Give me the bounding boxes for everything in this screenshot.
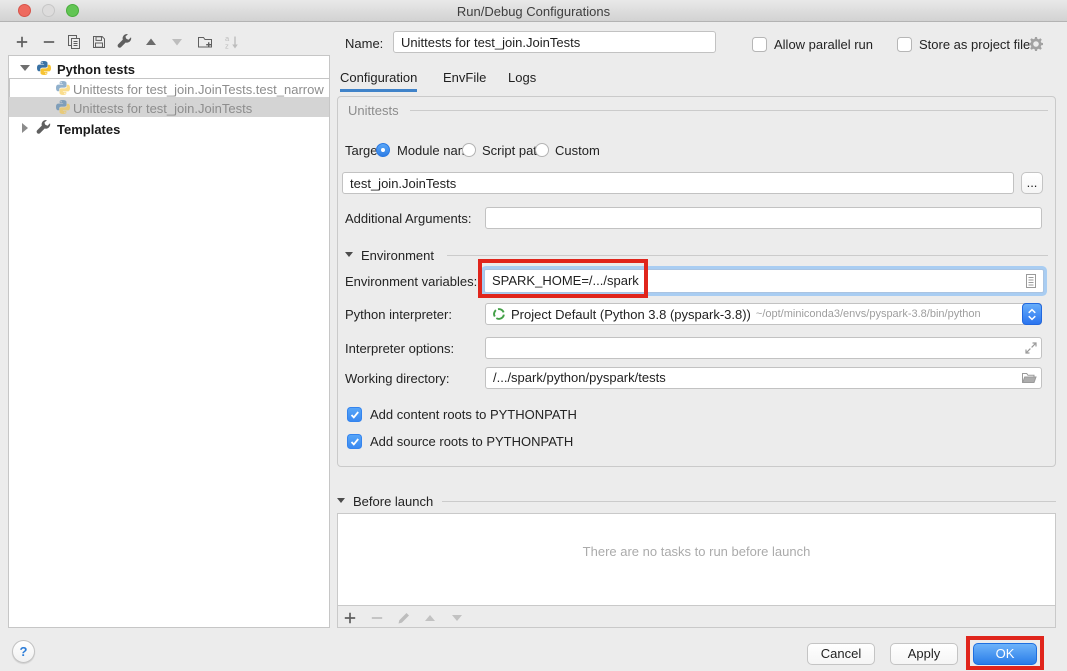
expand-arrow-icon[interactable] — [22, 123, 28, 133]
python-interpreter-value: Project Default (Python 3.8 (pyspark-3.8… — [511, 307, 751, 322]
configurations-tree: Python tests Unittests for test_join.Joi… — [8, 55, 330, 628]
edit-templates-wrench-icon[interactable] — [117, 34, 133, 50]
tree-item-label: Python tests — [57, 60, 135, 78]
tree-item-label: Unittests for test_join.JoinTests — [73, 99, 252, 117]
python-interpreter-select[interactable]: Project Default (Python 3.8 (pyspark-3.8… — [485, 303, 1042, 325]
add-source-roots-label: Add source roots to PYTHONPATH — [370, 434, 573, 449]
python-interpreter-path: ~/opt/miniconda3/envs/pyspark-3.8/bin/py… — [756, 308, 981, 320]
before-launch-panel: There are no tasks to run before launch — [337, 513, 1056, 628]
move-task-down-icon[interactable] — [452, 615, 462, 621]
tree-item-unittests-test-narrow[interactable]: Unittests for test_join.JoinTests.test_n… — [9, 78, 330, 98]
apply-button[interactable]: Apply — [890, 643, 958, 665]
interpreter-options-input[interactable] — [485, 337, 1042, 359]
tab-logs[interactable]: Logs — [508, 70, 536, 92]
environment-collapse-icon[interactable] — [345, 252, 353, 257]
name-label: Name: — [345, 36, 383, 51]
edit-task-pencil-icon[interactable] — [396, 610, 412, 626]
new-folder-icon[interactable] — [197, 34, 213, 50]
store-as-project-file-checkbox[interactable] — [897, 37, 912, 52]
tree-item-python-tests[interactable]: Python tests — [9, 58, 329, 78]
move-task-up-icon[interactable] — [425, 615, 435, 621]
window-title: Run/Debug Configurations — [0, 4, 1067, 19]
remove-task-icon[interactable] — [369, 610, 385, 626]
target-value-input[interactable] — [342, 172, 1014, 194]
environment-variables-input[interactable]: SPARK_HOME=/.../spark — [484, 269, 1044, 293]
tab-envfile[interactable]: EnvFile — [443, 70, 486, 92]
radio-custom[interactable] — [535, 143, 549, 157]
python-test-icon — [55, 99, 71, 115]
working-directory-input[interactable]: /.../spark/python/pyspark/tests — [485, 367, 1042, 389]
radio-custom-label: Custom — [555, 143, 600, 158]
before-launch-empty-text: There are no tasks to run before launch — [338, 544, 1055, 559]
radio-module-name[interactable] — [376, 143, 390, 157]
add-configuration-icon[interactable] — [14, 34, 30, 50]
interpreter-options-label: Interpreter options: — [345, 341, 454, 356]
environment-section-title[interactable]: Environment — [361, 248, 434, 263]
additional-arguments-input[interactable] — [485, 207, 1042, 229]
allow-parallel-run-label: Allow parallel run — [774, 37, 873, 52]
browse-target-button[interactable]: ... — [1021, 172, 1043, 194]
tree-item-templates[interactable]: Templates — [9, 118, 329, 138]
sort-alphabetically-icon[interactable] — [224, 34, 240, 50]
add-content-roots-label: Add content roots to PYTHONPATH — [370, 407, 577, 422]
store-options-gear-icon[interactable] — [1028, 36, 1044, 52]
python-icon — [36, 60, 52, 76]
group-title-line — [410, 110, 1048, 111]
tab-configuration[interactable]: Configuration — [340, 70, 417, 92]
python-test-icon — [55, 80, 71, 96]
add-task-icon[interactable] — [342, 610, 358, 626]
working-directory-label: Working directory: — [345, 371, 450, 386]
collapse-arrow-icon[interactable] — [20, 65, 30, 71]
ok-button[interactable]: OK — [973, 643, 1037, 665]
interpreter-dropdown-stepper[interactable] — [1022, 303, 1042, 325]
before-launch-title[interactable]: Before launch — [353, 494, 433, 509]
expand-field-icon[interactable] — [1023, 340, 1039, 356]
allow-parallel-run-checkbox[interactable] — [752, 37, 767, 52]
tree-item-label: Templates — [57, 120, 120, 138]
working-directory-value: /.../spark/python/pyspark/tests — [493, 370, 666, 385]
store-as-project-file-label: Store as project file — [919, 37, 1030, 52]
before-launch-collapse-icon[interactable] — [337, 498, 345, 503]
before-launch-line — [442, 501, 1056, 502]
add-source-roots-checkbox[interactable] — [347, 434, 362, 449]
browse-folder-icon[interactable] — [1021, 370, 1037, 386]
tree-item-label: Unittests for test_join.JoinTests.test_n… — [73, 80, 324, 98]
wrench-icon — [36, 120, 52, 136]
remove-configuration-icon[interactable] — [41, 34, 57, 50]
environment-variables-value: SPARK_HOME=/.../spark — [492, 273, 639, 288]
unittests-group-title: Unittests — [348, 103, 399, 118]
help-button[interactable]: ? — [12, 640, 35, 663]
edit-variables-list-icon[interactable] — [1023, 273, 1039, 289]
name-input[interactable] — [393, 31, 716, 53]
tree-item-unittests-jointests[interactable]: Unittests for test_join.JoinTests — [9, 97, 329, 117]
move-up-icon[interactable] — [143, 34, 159, 50]
conda-environment-icon — [492, 307, 506, 321]
copy-configuration-icon[interactable] — [66, 34, 82, 50]
add-content-roots-checkbox[interactable] — [347, 407, 362, 422]
save-configuration-icon[interactable] — [91, 34, 107, 50]
environment-section-line — [447, 255, 1048, 256]
additional-arguments-label: Additional Arguments: — [345, 211, 471, 226]
environment-variables-label: Environment variables: — [345, 274, 477, 289]
before-launch-task-list[interactable]: There are no tasks to run before launch — [338, 514, 1055, 606]
run-debug-configurations-dialog: { "colors": { "accent_blue": "#3a89f0", … — [0, 0, 1067, 671]
title-bar: Run/Debug Configurations — [0, 0, 1067, 22]
python-interpreter-label: Python interpreter: — [345, 307, 452, 322]
radio-script-path[interactable] — [462, 143, 476, 157]
cancel-button[interactable]: Cancel — [807, 643, 875, 665]
move-down-icon[interactable] — [169, 34, 185, 50]
